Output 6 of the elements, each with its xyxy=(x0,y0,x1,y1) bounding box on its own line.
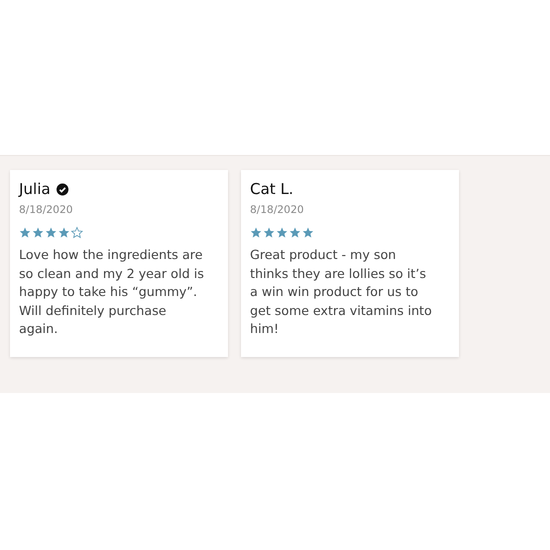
reviewer-name: Cat L. xyxy=(250,180,294,198)
review-text: Love how the ingredients are so clean and my 2 year old is happy to take his “gummy”. Will definitely purchase again. xyxy=(19,246,205,338)
review-date: 8/18/2020 xyxy=(250,204,305,216)
review-text: Great product - my son thinks they are lollies so it’s a win win product for us to get some extra vitamins into him! xyxy=(250,246,433,338)
review-date: 8/18/2020 xyxy=(19,204,74,216)
reviewer-name: Julia xyxy=(19,180,50,198)
